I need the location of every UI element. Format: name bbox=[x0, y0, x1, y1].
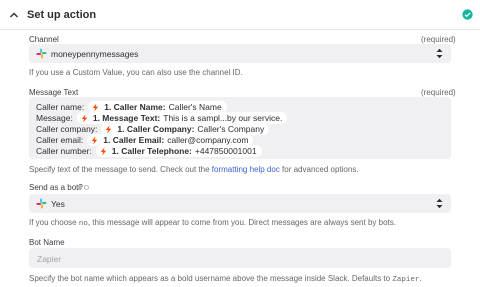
radio-on-icon[interactable] bbox=[77, 185, 82, 190]
updown-icon bbox=[436, 48, 443, 59]
send-as-bot-select[interactable]: Yes bbox=[29, 194, 451, 213]
message-line-caller-number: Caller number: 1. Caller Telephone: +447… bbox=[36, 145, 262, 157]
channel-help: If you use a Custom Value, you can also … bbox=[29, 68, 243, 77]
section-title: Set up action bbox=[27, 9, 97, 21]
message-line-prefix: Message: bbox=[36, 113, 73, 123]
zapier-icon bbox=[100, 146, 106, 156]
field-pill[interactable]: 1. Caller Telephone: +447850001001 bbox=[95, 145, 262, 157]
bot-name-placeholder: Zapier bbox=[37, 254, 62, 264]
bot-help-code: no bbox=[78, 220, 88, 228]
channel-select[interactable]: moneypennymessages bbox=[29, 44, 451, 63]
channel-value: moneypennymessages bbox=[51, 49, 139, 59]
send-as-bot-help: If you choose no, this message will appe… bbox=[29, 218, 396, 228]
zapier-icon bbox=[92, 102, 99, 112]
field-pill-value: +447850001001 bbox=[194, 146, 257, 156]
bot-name-input[interactable]: Zapier bbox=[29, 248, 451, 268]
message-text-help: Specify text of the message to send. Che… bbox=[29, 165, 359, 174]
slack-icon bbox=[36, 198, 47, 209]
channel-required: (required) bbox=[421, 35, 456, 44]
updown-icon bbox=[436, 198, 443, 209]
bot-name-help-text-end: . bbox=[419, 274, 422, 283]
message-line-prefix: Caller number: bbox=[36, 146, 92, 156]
formatting-help-link[interactable]: formatting help doc bbox=[212, 165, 280, 174]
field-pill-value: Caller's Company bbox=[197, 124, 265, 134]
bot-name-help: Specify the bot name which appears as a … bbox=[29, 274, 422, 284]
message-line-prefix: Caller name: bbox=[36, 102, 85, 112]
field-pill-key: 1. Caller Email: bbox=[103, 135, 165, 145]
bot-name-label: Bot Name bbox=[29, 238, 65, 247]
bot-name-help-code: Zapier bbox=[392, 276, 420, 284]
message-line-prefix: Caller company: bbox=[36, 124, 98, 134]
message-text-label: Message Text bbox=[29, 88, 79, 97]
section-header[interactable]: Set up action bbox=[0, 0, 480, 30]
message-help-text: Specify text of the message to send. Che… bbox=[29, 165, 212, 174]
action-panel: Set up action Channel (required) moneype… bbox=[0, 0, 480, 287]
bot-help-text: If you choose bbox=[29, 218, 79, 227]
send-as-bot-value: Yes bbox=[51, 199, 65, 209]
message-text-required: (required) bbox=[421, 88, 456, 97]
chevron-up-icon[interactable] bbox=[8, 9, 20, 21]
zapier-icon bbox=[106, 124, 112, 134]
channel-label: Channel bbox=[29, 35, 59, 44]
field-pill-value: This is a sampl...by our service. bbox=[163, 113, 283, 123]
bot-name-help-text: Specify the bot name which appears as a … bbox=[29, 274, 393, 283]
success-check-icon bbox=[462, 9, 473, 20]
bot-help-text-end: , this message will appear to come from … bbox=[87, 218, 396, 227]
radio-off-icon[interactable] bbox=[84, 185, 89, 190]
field-pill-key: 1. Caller Name: bbox=[104, 102, 166, 112]
field-pill-key: 1. Caller Telephone: bbox=[111, 146, 192, 156]
field-pill-key: 1. Message Text: bbox=[92, 113, 161, 123]
field-pill-key: 1. Caller Company: bbox=[117, 124, 195, 134]
zapier-icon bbox=[92, 135, 98, 145]
message-line-prefix: Caller email: bbox=[36, 135, 84, 145]
field-pill-value: caller@company.com bbox=[167, 135, 249, 145]
zapier-icon bbox=[81, 113, 88, 123]
slack-icon bbox=[36, 48, 47, 59]
field-pill-value: Caller's Name bbox=[168, 102, 222, 112]
message-help-text-end: for advanced options. bbox=[279, 165, 359, 174]
send-as-bot-label: Send as a bot? bbox=[29, 183, 83, 192]
